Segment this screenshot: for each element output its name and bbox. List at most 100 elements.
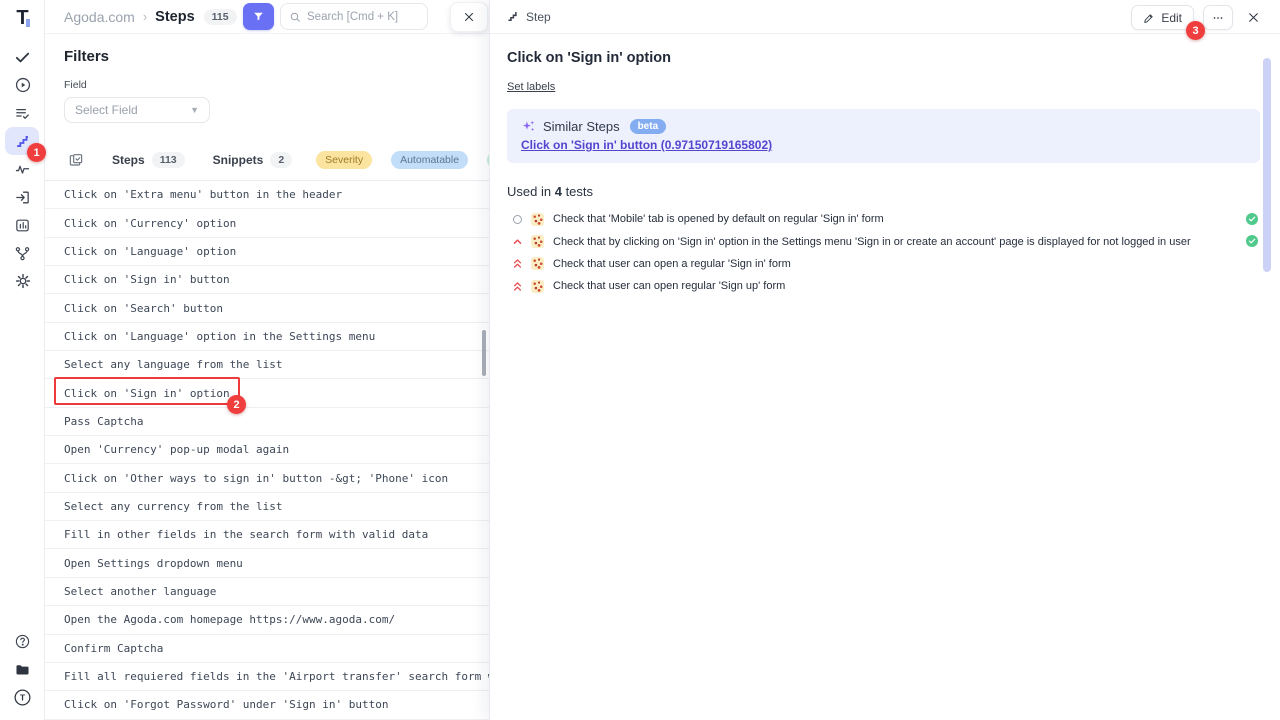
sidebar-item-help[interactable] — [0, 629, 45, 653]
sidebar-item-import[interactable] — [0, 185, 45, 209]
logo-accent — [26, 19, 30, 27]
filter-pill-severity[interactable]: Severity — [316, 151, 372, 169]
t-circle-icon: T — [13, 688, 32, 707]
step-row-title: Click on 'Language' option in the Settin… — [64, 330, 375, 343]
tab-snippets[interactable]: Snippets 2 — [213, 152, 293, 168]
app-logo[interactable]: T — [0, 6, 45, 30]
field-select-value: Select Field — [75, 103, 138, 117]
test-title: Check that 'Mobile' tab is opened by def… — [553, 213, 884, 225]
field-label: Field — [64, 79, 210, 91]
step-row-title: Click on 'Currency' option — [64, 217, 236, 230]
step-row-title: Click on 'Other ways to sign in' button … — [64, 472, 448, 485]
test-row[interactable]: Check that user can open regular 'Sign u… — [507, 275, 1280, 297]
similar-steps-title: Similar Steps — [543, 119, 620, 134]
edit-button-label: Edit — [1161, 11, 1182, 25]
tab-steps-label: Steps — [112, 153, 145, 167]
annotation-badge-2: 2 — [227, 395, 246, 414]
help-icon — [14, 633, 31, 650]
test-row[interactable]: Check that 'Mobile' tab is opened by def… — [507, 208, 1280, 230]
breadcrumb-page: Steps — [155, 9, 195, 25]
step-row-title: Select any currency from the list — [64, 500, 283, 513]
test-row[interactable]: Check that user can open a regular 'Sign… — [507, 253, 1280, 275]
sidebar-item-settings[interactable] — [0, 269, 45, 293]
search-input[interactable] — [307, 11, 417, 23]
filter-button[interactable] — [243, 3, 274, 30]
tab-steps[interactable]: Steps 113 — [112, 152, 185, 168]
test-title: Check that user can open a regular 'Sign… — [553, 258, 791, 270]
set-labels-link[interactable]: Set labels — [507, 81, 555, 93]
select-all-icon[interactable] — [68, 152, 84, 168]
search-close-button[interactable] — [450, 2, 488, 32]
severity-high-icon — [512, 236, 523, 247]
chart-icon — [14, 217, 31, 234]
tab-snippets-label: Snippets — [213, 153, 264, 167]
sidebar-item-projects[interactable] — [0, 657, 45, 681]
funnel-icon — [252, 10, 265, 23]
search-field[interactable] — [280, 3, 428, 30]
field-select[interactable]: Select Field ▼ — [64, 97, 210, 123]
pencil-icon — [1143, 12, 1155, 24]
similar-step-link[interactable]: Click on 'Sign in' button (0.97150719165… — [521, 138, 772, 152]
steps-list-scrollbar[interactable] — [482, 330, 486, 376]
sidebar-item-testomat-badge[interactable]: T — [0, 685, 45, 709]
play-circle-icon — [14, 76, 32, 94]
close-icon — [463, 11, 475, 23]
filter-pill-automatable[interactable]: Automatable — [391, 151, 468, 169]
ellipsis-icon — [1211, 11, 1225, 25]
firework-emoji-icon — [531, 213, 544, 226]
sidebar-item-runs[interactable] — [0, 73, 45, 97]
sidebar-item-tests[interactable] — [0, 45, 45, 69]
firework-emoji-icon — [531, 235, 544, 248]
passed-check-icon — [1246, 235, 1258, 247]
annotation-badge-1: 1 — [27, 143, 46, 162]
gear-icon — [14, 272, 32, 290]
panel-scrollbar[interactable] — [1263, 58, 1271, 272]
app-window: T — [0, 0, 1280, 720]
filters-title: Filters — [64, 48, 210, 65]
sparkles-icon — [521, 119, 536, 134]
more-options-button[interactable] — [1203, 5, 1233, 30]
pulse-icon — [14, 161, 31, 178]
step-row-title: Fill all requiered fields in the 'Airpor… — [64, 670, 534, 683]
import-icon — [14, 189, 31, 206]
step-panel-label: Step — [526, 10, 551, 24]
test-row[interactable]: Check that by clicking on 'Sign in' opti… — [507, 230, 1280, 252]
check-icon — [14, 49, 31, 66]
breadcrumb-project[interactable]: Agoda.com — [64, 9, 135, 25]
annotation-rect-selected-step — [54, 377, 240, 405]
step-stairs-icon — [506, 10, 519, 23]
steps-total-badge: 115 — [204, 9, 237, 25]
panel-close-button[interactable] — [1242, 5, 1264, 30]
filters-section: Filters Field Select Field ▼ — [64, 48, 210, 123]
git-branch-icon — [14, 245, 31, 262]
svg-text:T: T — [20, 692, 26, 702]
step-row-title: Click on 'Language' option — [64, 245, 236, 258]
step-row-title: Open the Agoda.com homepage https://www.… — [64, 613, 395, 626]
sidebar-item-branches[interactable] — [0, 241, 45, 265]
folder-icon — [14, 661, 31, 678]
step-row-title: Click on 'Extra menu' button in the head… — [64, 188, 342, 201]
step-row-title: Open Settings dropdown menu — [64, 557, 243, 570]
sidebar-item-plans[interactable] — [0, 101, 45, 125]
used-in-count: 4 — [555, 184, 562, 199]
severity-critical-icon — [512, 280, 523, 293]
step-detail-panel: Step Edit Click on 'Sign in' option Set … — [489, 0, 1280, 720]
step-row-title: Pass Captcha — [64, 415, 143, 428]
severity-critical-icon — [512, 257, 523, 270]
step-row-title: Click on 'Sign in' button — [64, 273, 230, 286]
test-title: Check that user can open regular 'Sign u… — [553, 280, 785, 292]
close-icon — [1247, 11, 1260, 24]
step-row-title: Select any language from the list — [64, 358, 283, 371]
breadcrumb-separator: › — [143, 9, 147, 24]
step-title: Click on 'Sign in' option — [507, 50, 1263, 66]
step-row-title: Click on 'Forgot Password' under 'Sign i… — [64, 698, 389, 711]
tests-list: Check that 'Mobile' tab is opened by def… — [507, 208, 1263, 298]
edit-button[interactable]: Edit — [1131, 5, 1194, 30]
test-title: Check that by clicking on 'Sign in' opti… — [553, 236, 1191, 248]
step-row-title: Select another language — [64, 585, 216, 598]
tab-steps-count: 113 — [152, 152, 185, 168]
search-icon — [289, 11, 301, 23]
firework-emoji-icon — [531, 257, 544, 270]
passed-check-icon — [1246, 213, 1258, 225]
sidebar-item-reports[interactable] — [0, 213, 45, 237]
